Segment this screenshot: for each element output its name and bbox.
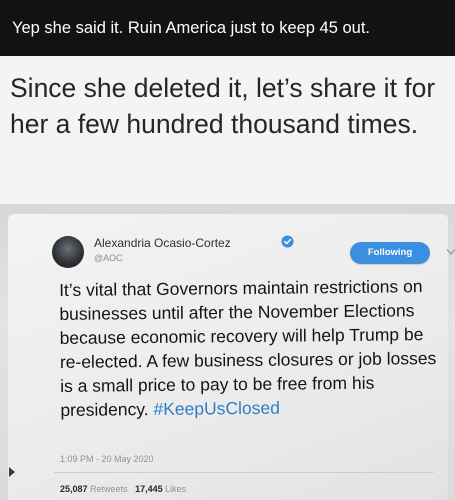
- pointer-mark-icon: [9, 467, 15, 477]
- post-header-text: Yep she said it. Ruin America just to ke…: [0, 0, 455, 56]
- tweet-timestamp: 1:09 PM - 20 May 2020: [60, 454, 154, 464]
- caption-area: Since she deleted it, let’s share it for…: [0, 56, 455, 204]
- tweet-screenshot-photo: Alexandria Ocasio-Cortez @AOC Following …: [0, 204, 455, 500]
- hashtag-link[interactable]: #KeepUsClosed: [153, 398, 280, 419]
- avatar: [52, 236, 84, 268]
- post-caption: Since she deleted it, let’s share it for…: [10, 73, 436, 139]
- tweet-stats: 25,087 Retweets 17,445 Likes: [60, 484, 186, 494]
- author-handle: @AOC: [94, 253, 123, 263]
- following-button[interactable]: Following: [350, 242, 430, 264]
- verified-badge-icon: [281, 235, 294, 248]
- tweet-card: Alexandria Ocasio-Cortez @AOC Following …: [8, 214, 455, 500]
- retweets-count: 25,087: [60, 484, 88, 494]
- likes-label: Likes: [165, 484, 187, 494]
- stats-divider: [54, 472, 434, 473]
- likes-count: 17,445: [135, 484, 163, 494]
- author-name: Alexandria Ocasio-Cortez: [94, 236, 231, 250]
- retweets-label: Retweets: [90, 484, 128, 494]
- tweet-body: It’s vital that Governors maintain restr…: [59, 274, 450, 422]
- chevron-down-icon[interactable]: [446, 248, 455, 256]
